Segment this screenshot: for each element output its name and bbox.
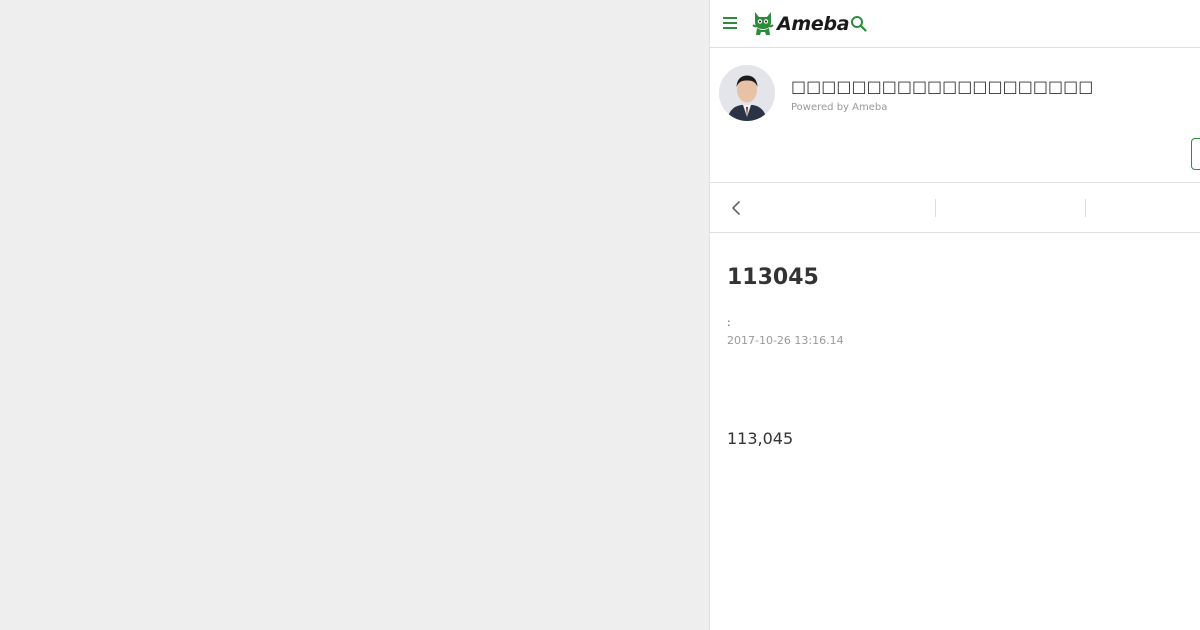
menu-button[interactable]	[722, 14, 738, 34]
article-body: 113,045	[727, 429, 794, 448]
chevron-left-icon	[732, 201, 740, 215]
follow-button[interactable]	[1191, 138, 1200, 170]
post-timestamp: 2017-10-26 13:16.14	[727, 334, 844, 347]
powered-by-label: Powered by Ameba	[791, 102, 888, 113]
ameba-mascot-icon	[752, 12, 774, 35]
search-button[interactable]	[850, 15, 868, 33]
avatar-photo	[719, 65, 775, 121]
search-icon	[851, 16, 867, 32]
nav-divider	[935, 199, 936, 217]
blog-title[interactable]: □□□□□□□□□□□□□□□□□□□□	[791, 77, 1093, 96]
article-title: 113045	[727, 265, 819, 290]
entry-navigation	[710, 182, 1200, 233]
blog-page: Ameba □□□□□□□□□□□□□□□□□□□□ Powered by Am…	[709, 0, 1200, 630]
nav-divider	[1085, 199, 1086, 217]
logo-text: Ameba	[777, 13, 850, 35]
blogger-avatar[interactable]	[719, 65, 775, 121]
background-area	[0, 0, 709, 630]
global-header: Ameba	[710, 0, 1200, 48]
prev-entry-button[interactable]	[726, 198, 746, 218]
theme-label: :	[727, 316, 731, 329]
ameba-logo[interactable]: Ameba	[752, 10, 850, 38]
menu-icon	[723, 17, 737, 19]
